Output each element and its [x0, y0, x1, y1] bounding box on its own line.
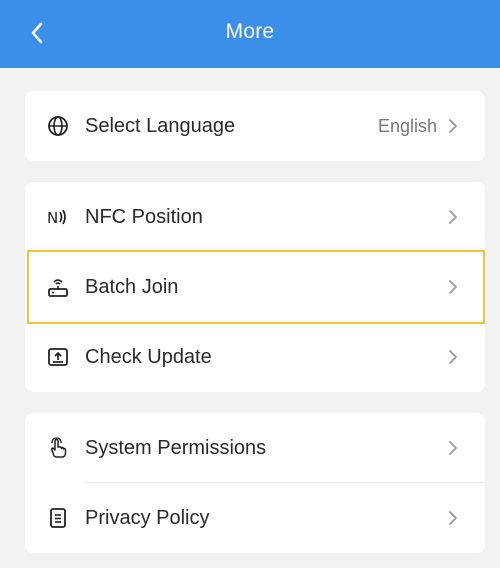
chevron-right-icon	[447, 117, 459, 135]
nfc-icon: N	[47, 206, 69, 228]
batch-join-row-overlay[interactable]: Batch Join	[25, 252, 485, 322]
chevron-left-icon	[31, 22, 43, 44]
chevron-right-icon	[447, 509, 459, 527]
app-header: More	[0, 0, 500, 68]
system-permissions-row[interactable]: System Permissions	[25, 413, 485, 483]
chevron-right-icon	[447, 208, 459, 226]
back-button[interactable]	[22, 16, 52, 50]
system-permissions-label: System Permissions	[85, 436, 267, 459]
select-language-value: English	[377, 115, 437, 136]
upload-icon	[47, 346, 69, 368]
svg-text:N: N	[47, 209, 58, 227]
document-list-icon	[47, 507, 69, 529]
check-update-row[interactable]: Check Update	[25, 322, 485, 392]
batch-join-label: Batch Join	[85, 275, 179, 298]
nfc-position-label: NFC Position	[85, 205, 203, 228]
router-wifi-icon	[47, 276, 69, 298]
chevron-right-icon	[447, 439, 459, 457]
hand-pointer-icon	[47, 437, 69, 459]
chevron-right-icon	[447, 278, 459, 296]
settings-group-privacy: System Permissions Privacy Policy	[25, 413, 485, 553]
privacy-policy-label: Privacy Policy	[85, 506, 210, 529]
select-language-label: Select Language	[85, 114, 236, 137]
select-language-row[interactable]: Select Language English	[25, 91, 485, 161]
chevron-right-icon	[447, 348, 459, 366]
globe-icon	[47, 115, 69, 137]
check-update-label: Check Update	[85, 345, 212, 368]
settings-group-language: Select Language English	[25, 91, 485, 161]
privacy-policy-row[interactable]: Privacy Policy	[25, 483, 485, 553]
page-title: More	[225, 20, 275, 43]
nfc-position-row[interactable]: N NFC Position	[25, 182, 485, 252]
